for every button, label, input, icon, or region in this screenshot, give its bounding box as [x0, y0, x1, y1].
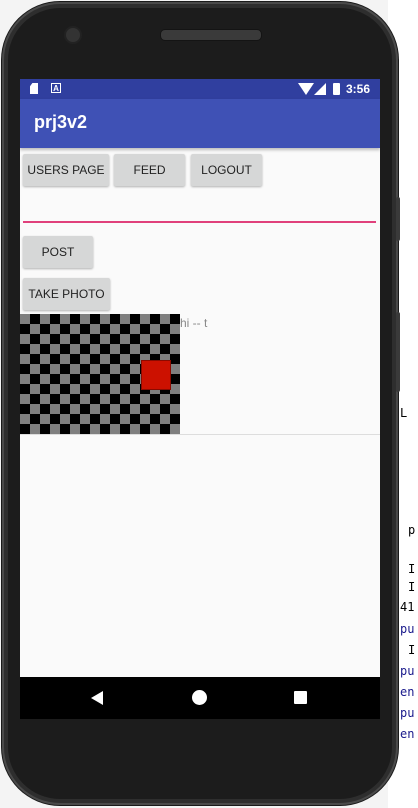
ide-text-line: I — [408, 643, 416, 657]
recent-apps-icon[interactable] — [294, 691, 307, 704]
post-text-input[interactable] — [23, 197, 380, 223]
phone-frame: A 3:56 prj3v2 USERS PAGE FEED LOGOUT POS… — [2, 2, 400, 805]
feed-button[interactable]: FEED — [114, 154, 185, 186]
post-button[interactable]: POST — [23, 236, 93, 268]
ide-text-line: en — [400, 727, 415, 741]
front-camera-icon — [64, 26, 82, 44]
cell-signal-icon — [314, 83, 326, 95]
status-bar: A 3:56 — [20, 79, 380, 99]
red-square-shape — [141, 360, 171, 390]
status-time: 3:56 — [346, 82, 371, 96]
power-button — [396, 197, 400, 241]
battery-icon — [333, 83, 340, 95]
ide-text-line: L — [400, 406, 408, 420]
phone-screen: A 3:56 prj3v2 USERS PAGE FEED LOGOUT POS… — [20, 79, 380, 719]
app-bar: prj3v2 — [20, 99, 380, 148]
navigation-bar — [20, 677, 380, 719]
sd-card-icon — [30, 83, 38, 94]
home-icon[interactable] — [192, 690, 207, 705]
ide-text-line: 41 — [400, 600, 415, 614]
post-input-underline — [23, 221, 376, 223]
take-photo-button[interactable]: TAKE PHOTO — [23, 278, 110, 310]
logout-button[interactable]: LOGOUT — [191, 154, 262, 186]
app-title: prj3v2 — [34, 112, 88, 132]
back-icon[interactable] — [91, 691, 103, 705]
wifi-icon — [298, 83, 314, 95]
ide-text-line: p — [408, 523, 416, 537]
users-page-button[interactable]: USERS PAGE — [23, 154, 109, 186]
ide-text-line: I — [408, 562, 416, 576]
list-divider — [20, 434, 380, 435]
a-notification-icon: A — [51, 83, 61, 93]
ide-text-line: pu — [400, 664, 415, 678]
ide-text-line: pu — [400, 622, 415, 636]
ide-text-line: I — [408, 580, 416, 594]
feed-item-image — [20, 314, 180, 434]
ide-text-line: en — [400, 685, 415, 699]
earpiece-speaker — [160, 29, 262, 41]
feed-item-text: hi -- t — [180, 316, 208, 330]
ide-text-line: pu — [400, 706, 415, 720]
volume-button — [396, 312, 400, 392]
